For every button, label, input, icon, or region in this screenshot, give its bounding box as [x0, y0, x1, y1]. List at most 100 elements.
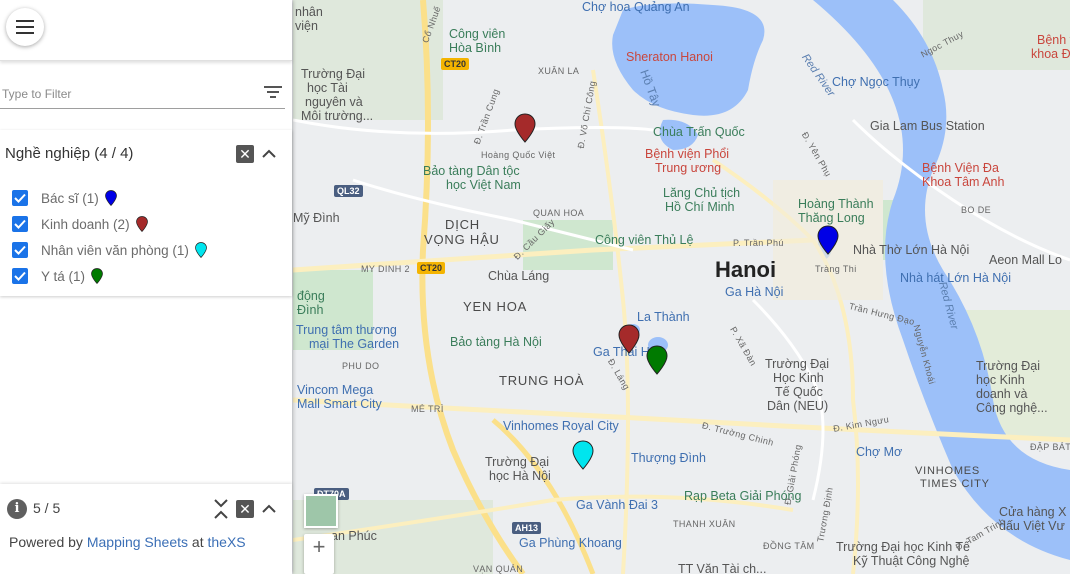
filter-item-bac-si[interactable]: Bác sĩ (1) — [12, 187, 117, 209]
filter-item-nhan-vien[interactable]: Nhân viên văn phòng (1) — [12, 239, 207, 261]
street-hoang-quoc-viet: Hoàng Quốc Việt — [481, 150, 556, 160]
label-dh-ha-noi-1: Trường Đại — [485, 455, 550, 469]
label-vincom-2: Mall Smart City — [297, 397, 382, 411]
label-dh-tai-nguyen-1: Trường Đại — [301, 67, 366, 81]
checkbox[interactable] — [12, 242, 28, 258]
label-bv-phoi-1: Bệnh viện Phổi — [645, 147, 730, 161]
footer-clear-button[interactable]: ✕ — [236, 500, 254, 518]
map-area[interactable]: Chợ hoa Quảng An Sheraton Hanoi Hồ Tây R… — [293, 0, 1070, 574]
filter-item-y-ta[interactable]: Y tá (1) — [12, 265, 103, 287]
item-label: Kinh doanh (2) — [41, 216, 130, 232]
map-marker-nhan-vien[interactable] — [572, 440, 594, 470]
street-bo-de: BO DE — [961, 205, 992, 215]
label-lang-2: Hồ Chí Minh — [665, 200, 735, 214]
label-bao-tang-ha-noi: Bảo tàng Hà Nội — [450, 335, 542, 349]
map-marker-kinh-doanh[interactable] — [514, 113, 536, 143]
label-dh-kinh-doanh-4: Công nghệ... — [976, 401, 1048, 415]
map-marker-kinh-doanh-2[interactable] — [618, 324, 640, 354]
check-icon — [14, 245, 26, 255]
powered-prefix: Powered by — [9, 534, 87, 550]
label-cua-hang-2: dấu Việt Vư — [999, 519, 1065, 533]
label-dh-ktqd-4: Dân (NEU) — [767, 399, 829, 413]
checkbox[interactable] — [12, 216, 28, 232]
label-trung-tam-2: mại The Garden — [309, 337, 400, 351]
street-trang-thi: Tràng Thi — [815, 264, 857, 274]
label-cho-hoa: Chợ hoa Quảng An — [582, 0, 690, 14]
street-my-dinh-2: MY DINH 2 — [361, 264, 410, 274]
label-cho-ngoc-thuy: Chợ Ngọc Thụy — [832, 75, 920, 89]
footer-panel: i 5 / 5 ✕ Powered by Mapping Sheets at t… — [0, 484, 292, 574]
label-la-thanh: La Thành — [637, 310, 690, 324]
shield-ql32: QL32 — [334, 185, 363, 197]
top-bar — [0, 0, 292, 61]
label-bv-tam-anh-2: Khoa Tâm Anh — [922, 175, 1005, 189]
map-marker-y-ta[interactable] — [646, 345, 668, 375]
district-dich-1: DỊCH — [445, 217, 480, 232]
thexs-link[interactable]: theXS — [207, 534, 245, 550]
check-icon — [14, 271, 26, 281]
label-dh-kinh-doanh-2: học Kinh — [976, 373, 1025, 387]
label-dong-2: Đình — [297, 303, 324, 317]
shield-ah13: AH13 — [512, 522, 542, 534]
collapse-all-icon[interactable] — [213, 498, 229, 520]
info-icon[interactable]: i — [7, 499, 27, 519]
menu-button[interactable] — [6, 8, 44, 46]
label-hoang-thanh-2: Thăng Long — [798, 211, 865, 225]
label-vien-nhan: viện — [295, 19, 318, 33]
category-group: Nghề nghiệp (4 / 4) ✕ Bác sĩ (1) Kinh do… — [0, 130, 292, 296]
label-bv-phoi-2: Trung ương — [655, 161, 722, 175]
label-dh-tai-nguyen-3: nguyên và — [305, 95, 363, 109]
check-icon — [14, 219, 26, 229]
label-chua-lang: Chùa Láng — [488, 269, 550, 283]
chevron-up-icon[interactable] — [262, 144, 276, 164]
label-vinhomes-royal: Vinhomes Royal City — [503, 419, 619, 433]
checkbox[interactable] — [12, 268, 28, 284]
label-gia-lam: Gia Lam Bus Station — [870, 119, 985, 133]
label-dh-kt-cong-nghe-2: Kỹ Thuật Công Nghệ — [853, 554, 970, 568]
filter-item-kinh-doanh[interactable]: Kinh doanh (2) — [12, 213, 148, 235]
district-yen-hoa: YEN HOA — [463, 299, 528, 314]
label-sheraton: Sheraton Hanoi — [626, 50, 713, 64]
map-marker-bac-si[interactable] — [817, 225, 839, 255]
district-dich-2: VỌNG HẬU — [424, 232, 500, 247]
label-hoang-thanh-1: Hoàng Thành — [798, 197, 874, 211]
label-cho-mo: Chợ Mơ — [856, 445, 903, 459]
label-cong-vien-hoa-binh-1: Công viên — [449, 27, 506, 41]
shield-ct20-a: CT20 — [441, 58, 470, 70]
label-vincom-1: Vincom Mega — [297, 383, 374, 397]
group-title: Nghề nghiệp (4 / 4) — [5, 145, 134, 162]
pin-icon — [91, 268, 103, 284]
label-dh-tai-nguyen-4: Môi trường... — [301, 109, 374, 123]
hamburger-icon — [16, 20, 34, 34]
powered-by: Powered by Mapping Sheets at theXS — [9, 534, 246, 550]
label-ga-phung-khoang: Ga Phùng Khoang — [519, 536, 622, 550]
label-my-dinh: Mỹ Đình — [293, 211, 340, 225]
street-phu-do: PHU DO — [342, 361, 380, 371]
group-clear-button[interactable]: ✕ — [236, 145, 254, 163]
filter-icon[interactable] — [263, 84, 283, 100]
label-trung-tam-1: Trung tâm thương — [296, 323, 397, 337]
filter-input[interactable] — [0, 82, 254, 106]
checkbox[interactable] — [12, 190, 28, 206]
label-chua-tran-quoc: Chùa Trấn Quốc — [653, 125, 745, 139]
label-bao-tang-dan-toc-1: Bảo tàng Dân tộc — [423, 164, 520, 178]
zoom-in-button[interactable]: + — [313, 534, 326, 560]
at-word: at — [188, 534, 208, 550]
zoom-control[interactable]: + — [304, 534, 334, 574]
label-ga-vanh-dai: Ga Vành Đai 3 — [576, 498, 658, 512]
chevron-up-icon[interactable] — [262, 499, 276, 519]
label-cua-hang-1: Cửa hàng X — [999, 505, 1067, 519]
label-lang-1: Lăng Chủ tịch — [663, 186, 741, 200]
street-quan-hoa: QUAN HOA — [533, 208, 585, 218]
label-thuong-dinh: Thượng Đình — [631, 451, 706, 465]
mapping-sheets-link[interactable]: Mapping Sheets — [87, 534, 188, 550]
pin-icon — [195, 242, 207, 258]
pin-icon — [104, 190, 117, 206]
label-dh-tai-nguyen-2: học Tài — [307, 81, 348, 95]
check-icon — [14, 193, 26, 203]
pin-icon — [135, 216, 148, 232]
label-aeon: Aeon Mall Lo — [989, 253, 1062, 267]
close-icon: ✕ — [239, 146, 251, 162]
map-type-thumbnail[interactable] — [304, 494, 338, 528]
label-benh-vien-k-2: khoa Đức — [1031, 47, 1070, 61]
